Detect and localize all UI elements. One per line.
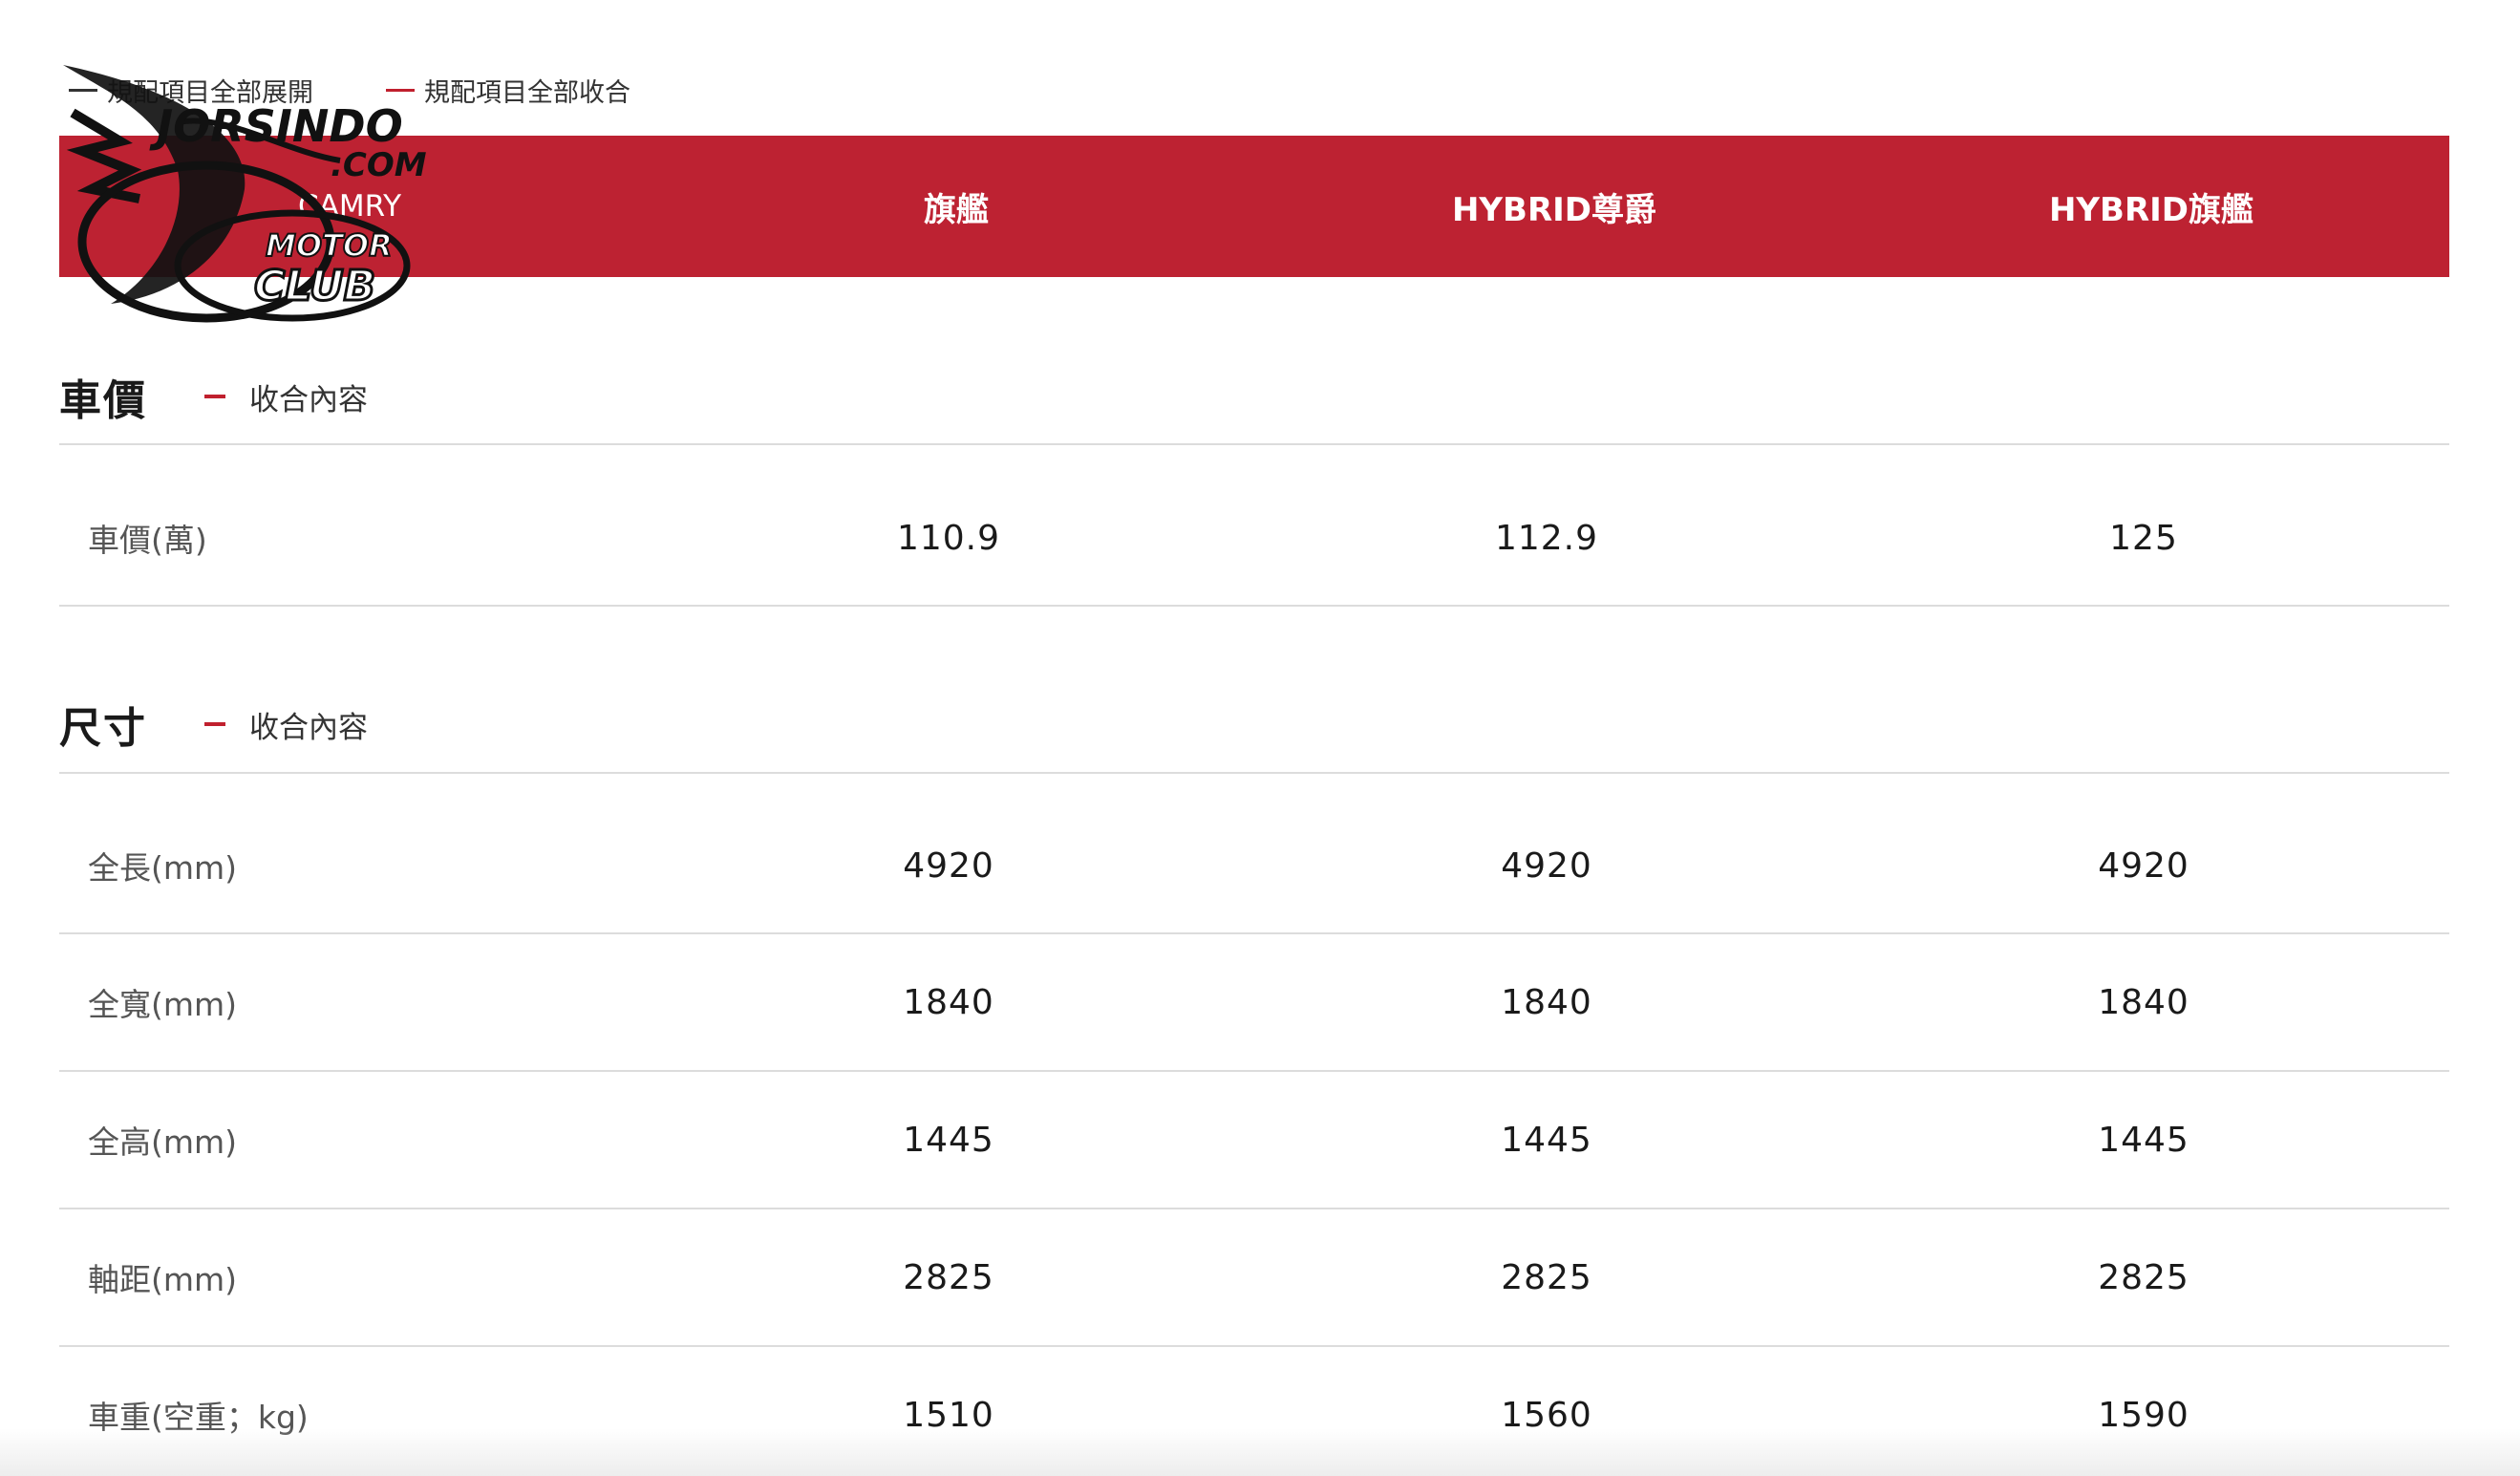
minus-icon <box>204 722 225 726</box>
section-title: 車價 <box>59 376 147 425</box>
spec-value: 2825 <box>1501 1257 1592 1297</box>
bottom-fade <box>0 1428 2520 1476</box>
spec-value: 4920 <box>2098 845 2189 886</box>
minus-icon <box>386 88 415 92</box>
spec-value: 110.9 <box>896 518 1001 558</box>
minus-icon <box>204 395 225 398</box>
spec-row-width: 全寬(mm) 1840 1840 1840 <box>59 934 2449 1070</box>
collapse-section-label: 收合內容 <box>249 710 368 745</box>
spec-label: 車價(萬) <box>88 522 207 559</box>
collapse-section-label: 收合內容 <box>249 382 368 417</box>
header-trim-3: HYBRID旗艦 <box>2048 190 2254 229</box>
collapse-section-button[interactable]: 收合內容 <box>204 703 368 746</box>
spec-value: 1445 <box>903 1120 994 1160</box>
spec-row-length: 全長(mm) 4920 4920 4920 <box>59 798 2449 933</box>
header-model-name: CAMRY <box>298 189 402 224</box>
section-title: 尺寸 <box>59 704 147 753</box>
collapse-all-button[interactable]: 規配項目全部收合 <box>386 71 630 109</box>
section-header-price: 車價 收合內容 <box>59 366 368 427</box>
spec-label: 軸距(mm) <box>88 1261 238 1298</box>
trim-header-bar: CAMRY 旗艦 HYBRID尊爵 HYBRID旗艦 <box>59 136 2449 277</box>
spec-comparison-page: 規配項目全部展開 規配項目全部收合 CAMRY 旗艦 HYBRID尊爵 HYBR… <box>0 0 2520 1476</box>
spec-row-height: 全高(mm) 1445 1445 1445 <box>59 1072 2449 1208</box>
divider <box>59 772 2449 774</box>
divider <box>59 605 2449 607</box>
spec-value: 1840 <box>2098 982 2189 1022</box>
spec-value: 1445 <box>2098 1120 2189 1160</box>
spec-label: 全長(mm) <box>88 849 238 887</box>
spec-value: 1445 <box>1501 1120 1592 1160</box>
spec-value: 112.9 <box>1494 518 1599 558</box>
spec-value: 2825 <box>903 1257 994 1297</box>
spec-value: 2825 <box>2098 1257 2189 1297</box>
divider <box>59 443 2449 445</box>
spec-value: 1840 <box>1501 982 1592 1022</box>
section-header-dimensions: 尺寸 收合內容 <box>59 694 368 755</box>
spec-label: 全寬(mm) <box>88 986 238 1023</box>
plus-icon <box>69 88 97 92</box>
header-trim-2: HYBRID尊爵 <box>1451 190 1657 229</box>
spec-row-price: 車價(萬) 110.9 112.9 125 <box>59 470 2449 606</box>
spec-value: 4920 <box>1501 845 1592 886</box>
collapse-all-label: 規配項目全部收合 <box>424 77 630 108</box>
expand-all-label: 規配項目全部展開 <box>107 77 313 108</box>
spec-value: 125 <box>2109 518 2178 558</box>
collapse-section-button[interactable]: 收合內容 <box>204 375 368 418</box>
header-trim-1: 旗艦 <box>924 190 989 229</box>
spec-value: 4920 <box>903 845 994 886</box>
spec-value: 1840 <box>903 982 994 1022</box>
expand-all-button[interactable]: 規配項目全部展開 <box>69 71 313 109</box>
spec-row-wheelbase: 軸距(mm) 2825 2825 2825 <box>59 1209 2449 1345</box>
spec-label: 全高(mm) <box>88 1123 238 1161</box>
